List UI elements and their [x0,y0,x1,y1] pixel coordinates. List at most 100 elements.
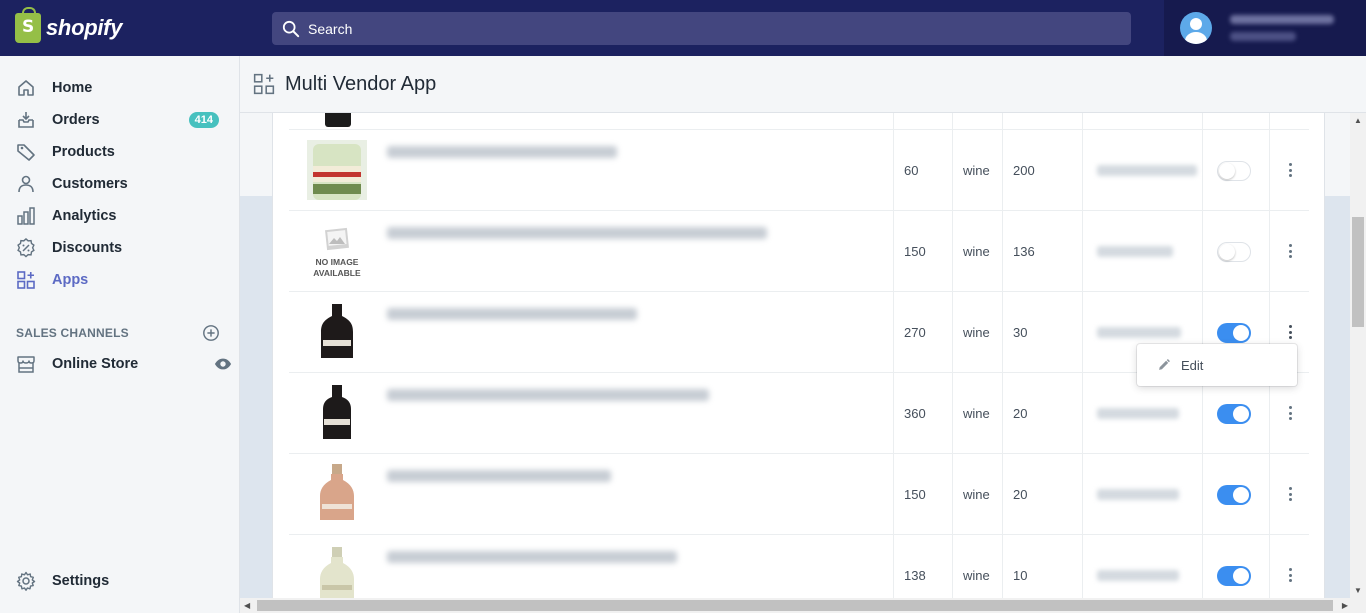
sidebar-item-label: Settings [52,573,110,589]
vendor-redacted [1097,165,1197,176]
sidebar-item-products[interactable]: Products [16,138,224,166]
price-cell: 136 [1013,244,1035,259]
vendor-redacted [1097,246,1173,257]
avatar [1180,12,1212,44]
status-toggle[interactable] [1217,485,1251,505]
more-actions-icon[interactable] [1287,406,1293,420]
sales-channels-label: SALES CHANNELS [16,326,129,340]
sidebar-item-discounts[interactable]: Discounts [16,234,224,262]
scroll-up-arrow[interactable]: ▲ [1354,116,1362,125]
vendor-redacted [1097,570,1179,581]
type-cell: wine [963,568,990,583]
person-icon [18,175,34,193]
sidebar-item-label: Products [52,144,115,160]
shopify-logo[interactable]: S shopify [0,0,240,56]
more-actions-icon[interactable] [1287,568,1293,582]
add-channel-icon[interactable] [202,324,220,342]
table-row[interactable]: 150 wine 20 [289,454,1309,535]
horizontal-scrollbar[interactable]: ◀ ▶ [240,598,1366,613]
search-input[interactable]: Search [272,12,1131,45]
type-cell: wine [963,163,990,178]
vertical-scroll-thumb[interactable] [1352,217,1364,327]
sidebar-item-customers[interactable]: Customers [16,170,224,198]
sidebar-item-label: Home [52,80,93,96]
vendor-redacted [1097,327,1181,338]
more-actions-icon[interactable] [1287,487,1293,501]
table-row[interactable]: 60 wine 200 [289,130,1309,211]
table-row[interactable]: NO IMAGE AVAILABLE 150 wine 136 [289,211,1309,292]
product-name-redacted [377,373,777,453]
top-bar: S shopify Search [0,0,1366,56]
type-cell: wine [963,406,990,421]
status-toggle[interactable] [1217,242,1251,262]
sidebar-item-label: Apps [52,272,89,288]
more-actions-icon[interactable] [1287,163,1293,177]
no-image-line2: AVAILABLE [313,268,361,278]
sales-channels-heading: SALES CHANNELS [16,324,220,342]
sidebar-item-home[interactable]: Home [16,74,224,102]
sidebar-item-apps[interactable]: Apps [16,266,224,294]
vendor-redacted [1097,408,1179,419]
page-title: Multi Vendor App [285,72,437,95]
search-placeholder: Search [308,20,353,37]
page-header: Multi Vendor App [240,56,1366,113]
brand-name: shopify [46,15,123,40]
product-name-redacted [377,211,777,291]
sidebar-item-label: Customers [52,176,128,192]
status-toggle[interactable] [1217,404,1251,424]
product-image [321,304,353,358]
quantity-cell: 138 [904,568,926,583]
price-cell: 200 [1013,163,1035,178]
orders-count-badge: 414 [188,112,219,128]
sidebar-item-analytics[interactable]: Analytics [16,202,224,230]
sidebar-item-label: Orders [52,112,100,128]
horizontal-scroll-thumb[interactable] [257,600,1333,611]
type-cell: wine [963,244,990,259]
shopify-bag-icon: S [15,7,41,43]
search-icon [282,20,300,37]
store-icon [17,356,35,373]
sidebar-item-settings[interactable]: Settings [16,567,224,595]
price-cell: 10 [1013,568,1028,583]
status-toggle[interactable] [1217,323,1251,343]
gear-icon [16,571,36,591]
price-cell: 30 [1013,325,1028,340]
sidebar-item-label: Discounts [52,240,123,256]
product-image [323,385,351,439]
sidebar-item-label: Online Store [52,356,139,372]
orders-icon [18,112,34,128]
user-menu[interactable] [1164,0,1366,56]
more-actions-icon[interactable] [1287,244,1293,258]
home-icon [18,80,34,96]
apps-icon [253,73,275,95]
vertical-scrollbar[interactable]: ▲ ▼ [1350,113,1366,598]
apps-icon [17,271,35,289]
no-image-text: NO IMAGE AVAILABLE [307,257,367,279]
scroll-right-arrow[interactable]: ▶ [1342,601,1348,610]
edit-menu-item[interactable]: Edit [1181,358,1203,373]
status-toggle[interactable] [1217,161,1251,181]
product-name-redacted [377,130,777,210]
quantity-cell: 360 [904,406,926,421]
quantity-cell: 150 [904,487,926,502]
scroll-left-arrow[interactable]: ◀ [244,601,250,610]
no-image-line1: NO IMAGE [315,257,359,267]
vendor-redacted [1097,489,1179,500]
price-cell: 20 [1013,406,1028,421]
sidebar-item-orders[interactable]: Orders 414 [16,106,224,134]
quantity-cell: 150 [904,244,926,259]
product-name-redacted [377,292,777,372]
table-row[interactable] [289,113,1309,130]
scroll-down-arrow[interactable]: ▼ [1354,586,1362,595]
status-toggle[interactable] [1217,566,1251,586]
more-actions-icon[interactable] [1287,325,1293,339]
quantity-cell: 60 [904,163,919,178]
product-image [307,140,367,200]
sidebar-item-online-store[interactable]: Online Store [16,350,232,378]
image-placeholder-icon [325,227,349,251]
eye-icon[interactable] [214,355,232,373]
row-actions-popover[interactable]: Edit [1137,344,1297,386]
product-image [320,464,354,520]
table-row[interactable]: 138 wine 10 [289,535,1309,598]
tag-icon [17,144,35,161]
